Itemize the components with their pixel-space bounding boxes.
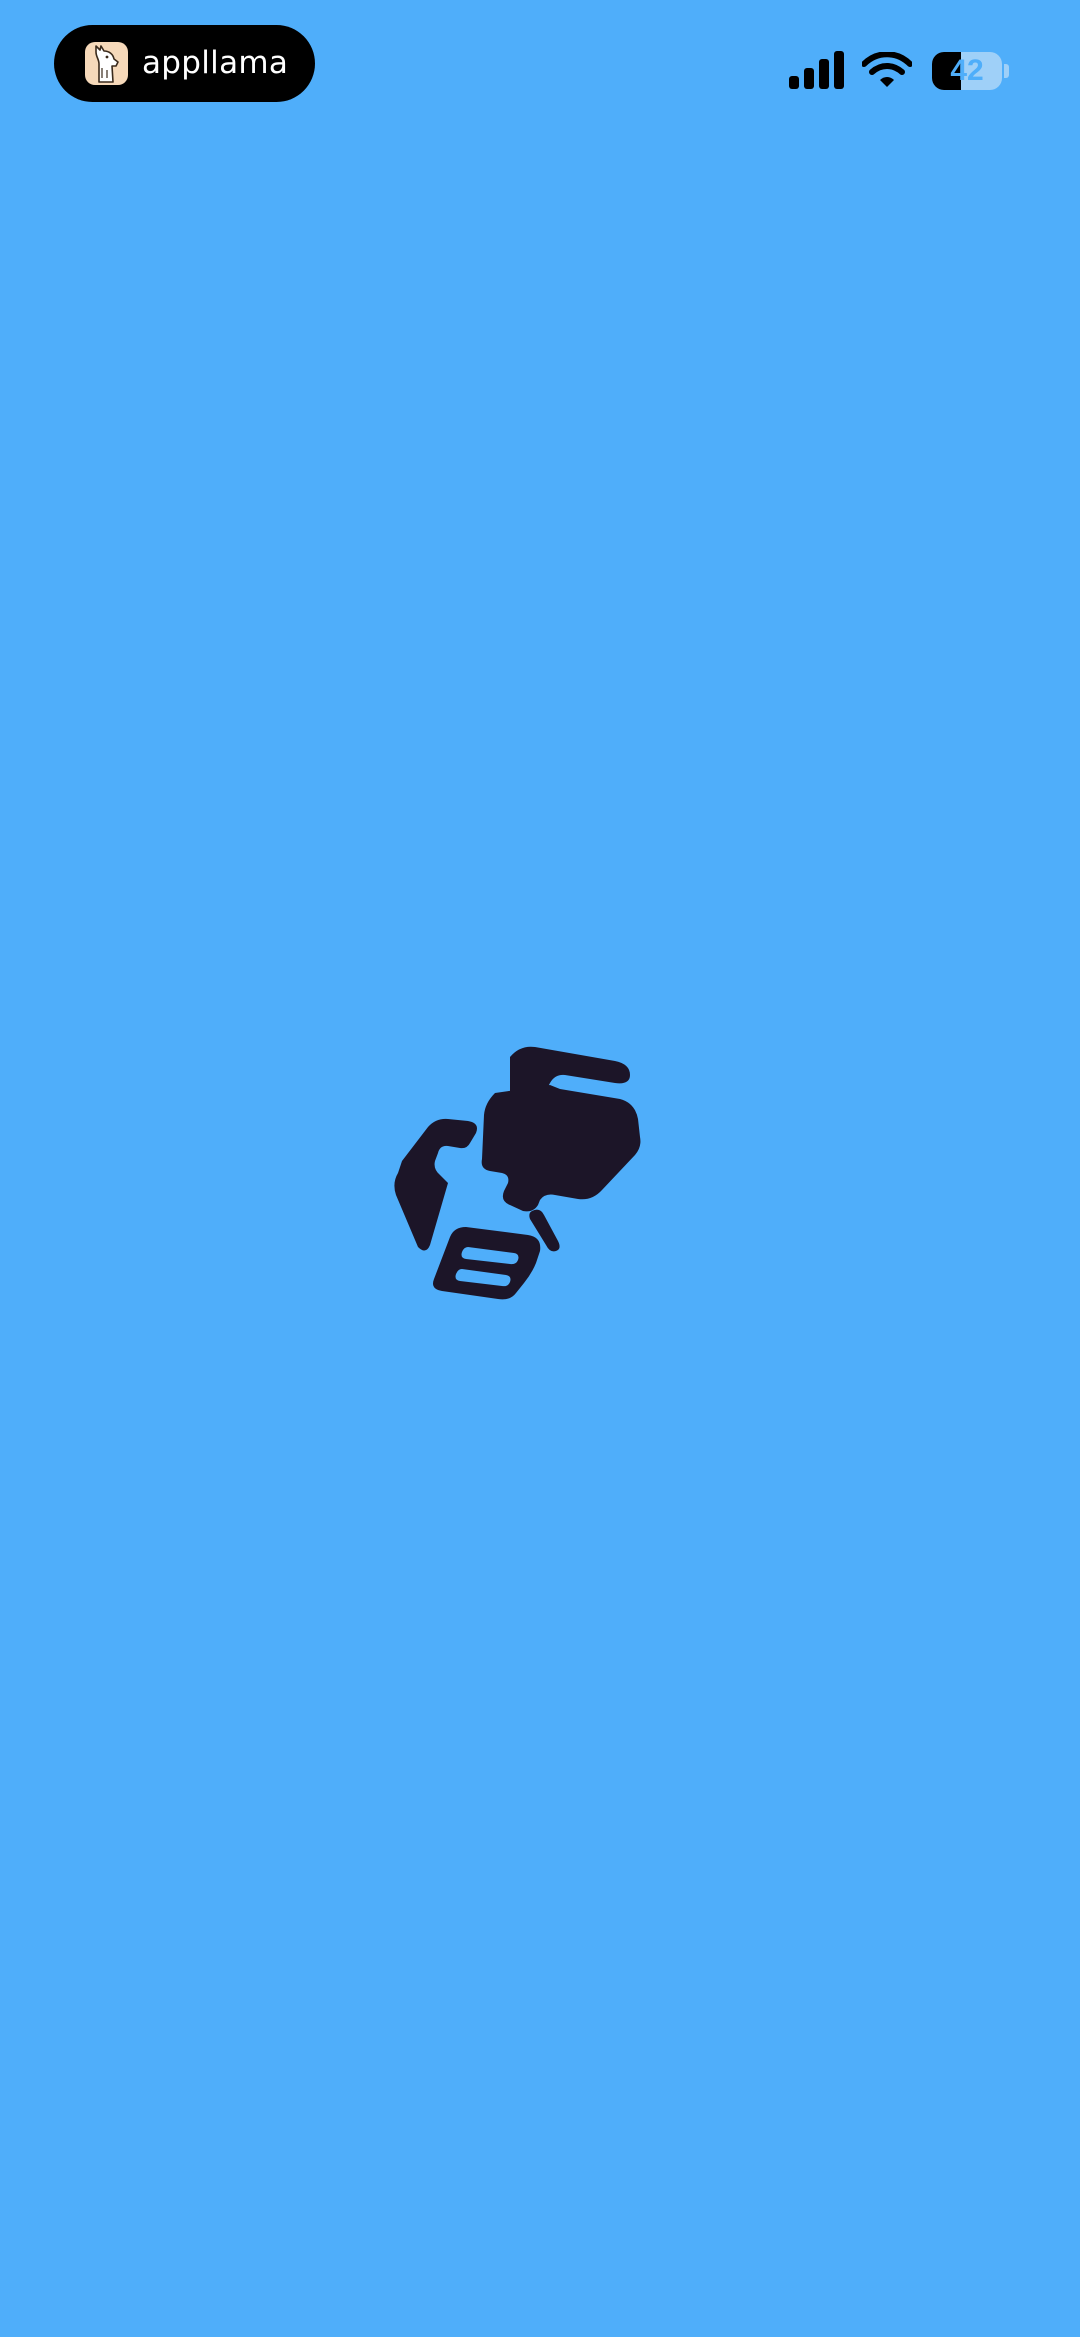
battery-indicator: 42 [932, 52, 1010, 90]
app-name-label: appllama [142, 45, 289, 81]
cellular-signal-icon [789, 51, 844, 89]
status-bar: appllama 42 [0, 0, 1080, 120]
app-indicator-pill[interactable]: appllama [54, 25, 315, 102]
battery-icon: 42 [932, 52, 1002, 90]
wifi-icon [862, 52, 912, 87]
battery-level-text: 42 [950, 54, 984, 87]
llama-logo-icon [85, 42, 128, 85]
splash-screen: appllama 42 [0, 0, 1080, 2337]
app-splash-logo-icon [394, 1046, 641, 1300]
battery-tip [1004, 64, 1009, 78]
